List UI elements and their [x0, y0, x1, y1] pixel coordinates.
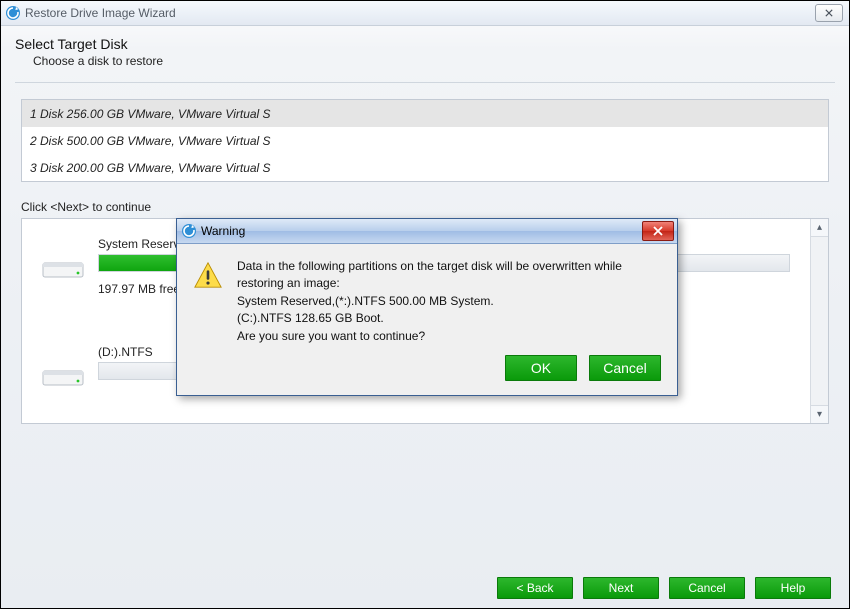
- next-button[interactable]: Next: [583, 577, 659, 599]
- warning-dialog: Warning Data in the following partitions…: [176, 218, 678, 396]
- dialog-line: System Reserved,(*:).NTFS 500.00 MB Syst…: [237, 293, 661, 310]
- drive-icon: [42, 363, 84, 391]
- dialog-line: Are you sure you want to continue?: [237, 328, 661, 345]
- dialog-title: Warning: [197, 224, 642, 238]
- scroll-down-icon[interactable]: ▾: [811, 405, 828, 423]
- dialog-buttons: OK Cancel: [177, 355, 677, 395]
- cancel-button[interactable]: Cancel: [669, 577, 745, 599]
- disk-row[interactable]: 1 Disk 256.00 GB VMware, VMware Virtual …: [22, 100, 828, 127]
- continue-hint: Click <Next> to continue: [21, 200, 849, 214]
- app-icon: [181, 223, 197, 239]
- page-title: Select Target Disk: [15, 36, 835, 52]
- ok-button[interactable]: OK: [505, 355, 577, 381]
- disk-row[interactable]: 3 Disk 200.00 GB VMware, VMware Virtual …: [22, 154, 828, 181]
- dialog-cancel-button[interactable]: Cancel: [589, 355, 661, 381]
- wizard-window: Restore Drive Image Wizard Select Target…: [0, 0, 850, 609]
- dialog-titlebar: Warning: [177, 219, 677, 244]
- dialog-line: Data in the following partitions on the …: [237, 258, 661, 293]
- scroll-up-icon[interactable]: ▴: [811, 219, 828, 237]
- dialog-body: Data in the following partitions on the …: [177, 244, 677, 355]
- drive-icon: [42, 255, 84, 283]
- dialog-line: (C:).NTFS 128.65 GB Boot.: [237, 310, 661, 327]
- titlebar: Restore Drive Image Wizard: [1, 1, 849, 26]
- wizard-footer: < Back Next Cancel Help: [1, 568, 849, 608]
- back-button[interactable]: < Back: [497, 577, 573, 599]
- warning-icon: [193, 260, 223, 290]
- window-title: Restore Drive Image Wizard: [21, 6, 815, 20]
- dialog-close-button[interactable]: [642, 221, 674, 241]
- divider: [15, 82, 835, 83]
- wizard-header: Select Target Disk Choose a disk to rest…: [1, 26, 849, 74]
- scrollbar[interactable]: ▴ ▾: [810, 219, 828, 423]
- window-close-button[interactable]: [815, 4, 843, 22]
- help-button[interactable]: Help: [755, 577, 831, 599]
- disk-row[interactable]: 2 Disk 500.00 GB VMware, VMware Virtual …: [22, 127, 828, 154]
- dialog-message: Data in the following partitions on the …: [237, 258, 661, 345]
- app-icon: [5, 5, 21, 21]
- disk-list: 1 Disk 256.00 GB VMware, VMware Virtual …: [21, 99, 829, 182]
- page-subtitle: Choose a disk to restore: [33, 54, 835, 68]
